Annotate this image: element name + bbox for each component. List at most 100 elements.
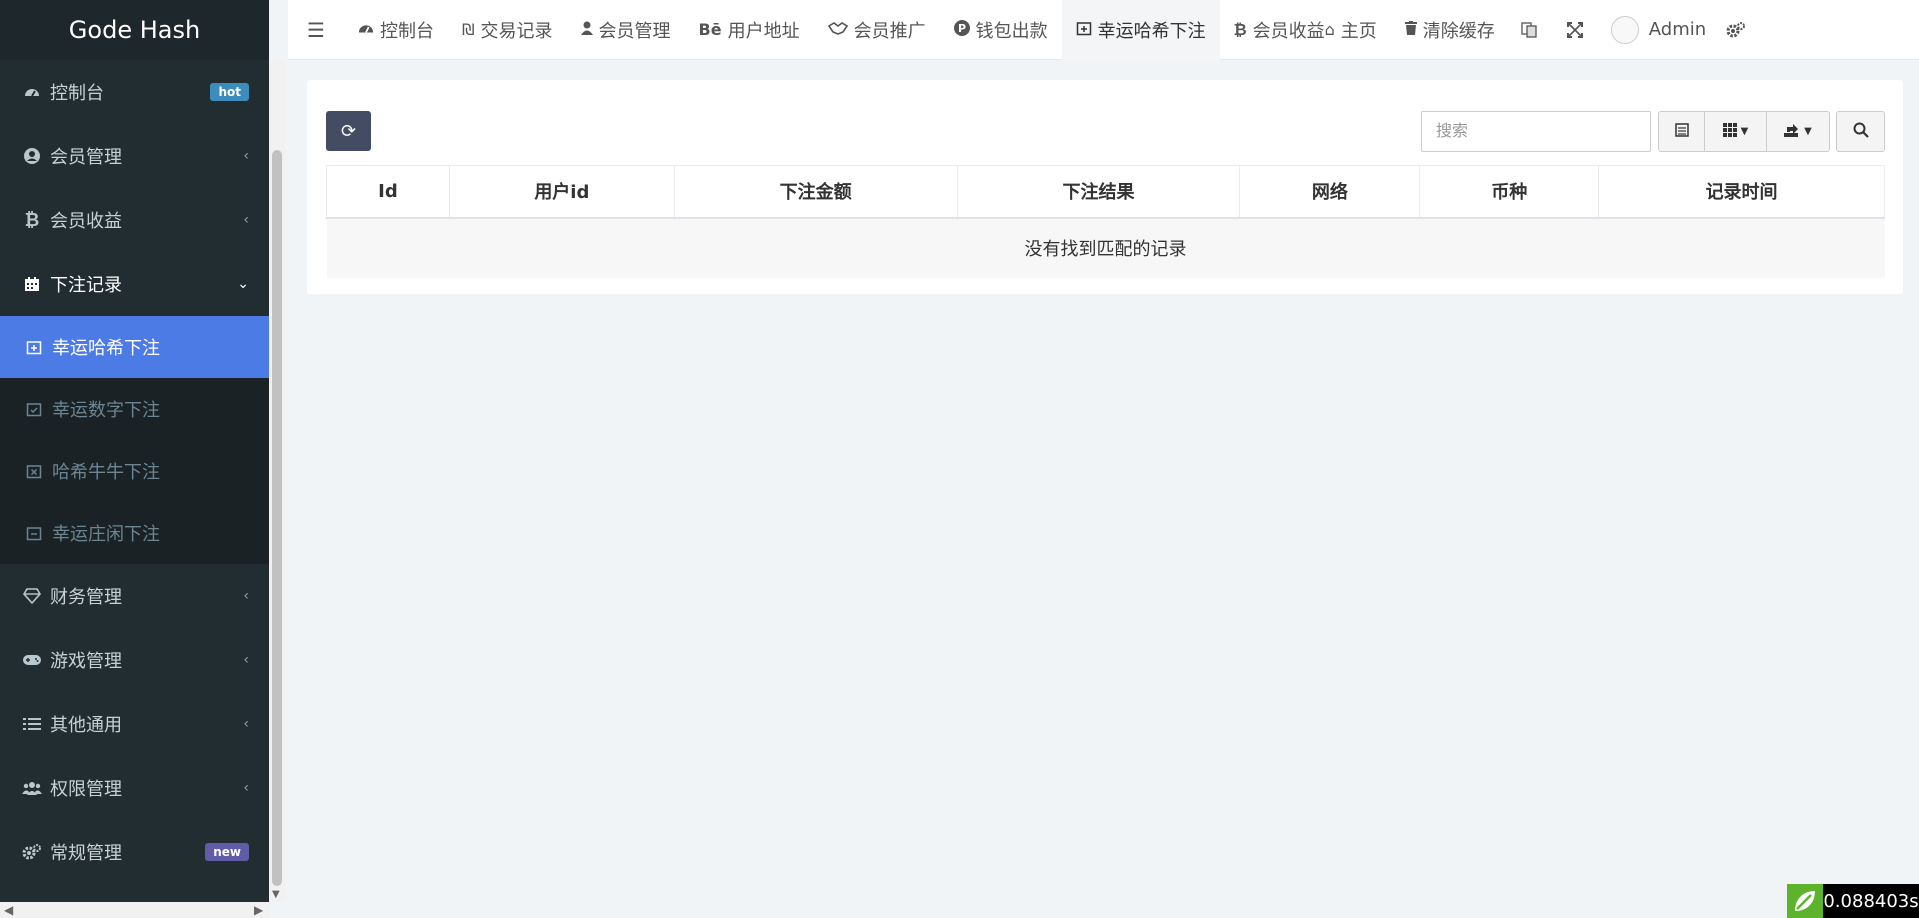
tab-label: 用户地址 bbox=[727, 20, 800, 42]
content-panel: ⟳ ▼ ▼ Id 用户id bbox=[307, 80, 1903, 294]
sidebar-item-label: 幸运庄闲下注 bbox=[52, 524, 160, 545]
column-header-record-time[interactable]: 记录时间 bbox=[1598, 165, 1885, 219]
column-header-network[interactable]: 网络 bbox=[1239, 165, 1421, 219]
caret-down-icon: ▼ bbox=[1804, 126, 1812, 137]
menu-toggle-icon[interactable]: ☰ bbox=[288, 0, 344, 60]
search-button[interactable] bbox=[1836, 111, 1885, 152]
sidebar-item-bet-records[interactable]: 下注记录 ⌄ bbox=[0, 252, 269, 316]
navbar-right: ⌂ 主页 清除缓存 Admin bbox=[1325, 0, 1757, 60]
empty-message: 没有找到匹配的记录 bbox=[326, 217, 1885, 278]
sidebar-item-other-general[interactable]: 其他通用 ‹ bbox=[0, 692, 269, 756]
scroll-left-arrow-icon[interactable]: ◀ bbox=[4, 903, 13, 917]
sidebar-item-label: 会员管理 bbox=[50, 147, 122, 168]
sidebar-item-member-earnings[interactable]: ₿ 会员收益 ‹ bbox=[0, 188, 269, 252]
chevron-left-icon: ‹ bbox=[243, 716, 249, 732]
avatar bbox=[1610, 15, 1639, 44]
scroll-down-arrow-icon[interactable]: ▼ bbox=[272, 889, 280, 900]
chevron-left-icon: ‹ bbox=[243, 148, 249, 164]
brand-logo[interactable]: Gode Hash bbox=[0, 0, 269, 60]
svg-text:P: P bbox=[958, 22, 966, 35]
sidebar-item-label: 幸运哈希下注 bbox=[52, 338, 160, 359]
dashboard-icon bbox=[358, 20, 374, 39]
chevron-down-icon: ⌄ bbox=[237, 276, 249, 292]
refresh-icon: ⟳ bbox=[340, 120, 357, 142]
export-button[interactable]: ▼ bbox=[1767, 112, 1829, 151]
tab-label: 控制台 bbox=[380, 20, 434, 42]
column-header-bet-result[interactable]: 下注结果 bbox=[957, 165, 1241, 219]
columns-button[interactable]: ▼ bbox=[1705, 112, 1767, 151]
tab-label: 钱包出款 bbox=[975, 20, 1048, 42]
bitcoin-icon: ₿ bbox=[1233, 19, 1247, 39]
clear-cache-button[interactable]: 清除缓存 bbox=[1391, 0, 1509, 60]
refresh-button[interactable]: ⟳ bbox=[326, 111, 371, 151]
list-icon bbox=[22, 717, 42, 731]
user-menu[interactable]: Admin bbox=[1601, 15, 1716, 44]
sidebar-item-hash-niuniu-bet[interactable]: 哈希牛牛下注 bbox=[0, 440, 269, 502]
calendar-times-icon bbox=[26, 463, 44, 479]
sidebar-menu-lower: 财务管理 ‹ 游戏管理 ‹ 其他通用 ‹ 权限管理 ‹ 常规管理 new bbox=[0, 564, 269, 884]
column-header-bet-amount[interactable]: 下注金额 bbox=[674, 165, 958, 219]
sidebar-item-lucky-banker-bet[interactable]: 幸运庄闲下注 bbox=[0, 502, 269, 564]
trash-icon bbox=[1404, 20, 1417, 39]
scroll-right-arrow-icon[interactable]: ▶ bbox=[254, 903, 263, 917]
settings-cogs-icon[interactable] bbox=[1716, 0, 1756, 60]
scrollbar-thumb[interactable] bbox=[272, 150, 282, 886]
sidebar-item-finance[interactable]: 财务管理 ‹ bbox=[0, 564, 269, 628]
sidebar-item-label: 其他通用 bbox=[50, 715, 122, 736]
leaf-logo-icon bbox=[1787, 884, 1823, 918]
sidebar-scrollbar[interactable]: ▼ bbox=[269, 60, 285, 902]
sidebar-item-games[interactable]: 游戏管理 ‹ bbox=[0, 628, 269, 692]
tab-transaction-records[interactable]: ₪ 交易记录 bbox=[448, 0, 567, 60]
sidebar-item-lucky-hash-bet[interactable]: 幸运哈希下注 bbox=[0, 316, 269, 378]
translate-icon[interactable] bbox=[1509, 0, 1549, 60]
search-input[interactable] bbox=[1421, 111, 1651, 152]
bitcoin-icon: ₿ bbox=[24, 209, 40, 231]
calendar-icon bbox=[22, 276, 42, 292]
calendar-plus-icon bbox=[26, 339, 44, 355]
tab-user-addresses[interactable]: Bē 用户地址 bbox=[685, 0, 814, 60]
sidebar-item-label: 财务管理 bbox=[50, 587, 122, 608]
gamepad-icon bbox=[22, 653, 42, 667]
tab-wallet-payout[interactable]: P 钱包出款 bbox=[940, 0, 1062, 60]
toggle-view-button[interactable] bbox=[1659, 112, 1705, 151]
tab-label: 交易记录 bbox=[480, 20, 553, 42]
bet-records-submenu: 幸运哈希下注 幸运数字下注 哈希牛牛下注 幸运庄闲下注 bbox=[0, 316, 269, 564]
sidebar-item-label: 游戏管理 bbox=[50, 651, 122, 672]
calendar-check-icon bbox=[26, 401, 44, 417]
calendar-plus-icon bbox=[1076, 20, 1092, 40]
tab-lucky-hash-bet[interactable]: 幸运哈希下注 bbox=[1061, 0, 1220, 60]
handshake-icon bbox=[827, 20, 848, 39]
hot-badge: hot bbox=[210, 83, 249, 101]
home-icon: ⌂ bbox=[1324, 20, 1335, 39]
column-header-user-id[interactable]: 用户id bbox=[449, 165, 675, 219]
fullscreen-icon[interactable] bbox=[1549, 0, 1601, 60]
column-header-id[interactable]: Id bbox=[326, 165, 450, 219]
tab-member-management[interactable]: 会员管理 bbox=[567, 0, 685, 60]
sidebar-item-lucky-number-bet[interactable]: 幸运数字下注 bbox=[0, 378, 269, 440]
tab-member-promotion[interactable]: 会员推广 bbox=[814, 0, 940, 60]
chevron-left-icon: ‹ bbox=[243, 212, 249, 228]
diamond-icon bbox=[22, 588, 42, 604]
page-timer: 0.088403s bbox=[1787, 884, 1919, 918]
sidebar-item-member-management[interactable]: 会员管理 ‹ bbox=[0, 124, 269, 188]
sidebar-item-general-settings[interactable]: 常规管理 new bbox=[0, 820, 269, 884]
sidebar-menu: 控制台 hot 会员管理 ‹ ₿ 会员收益 ‹ 下注记录 ⌄ bbox=[0, 60, 269, 316]
home-link[interactable]: ⌂ 主页 bbox=[1325, 0, 1391, 60]
sidebar-item-label: 控制台 bbox=[50, 83, 104, 104]
sidebar-item-dashboard[interactable]: 控制台 hot bbox=[0, 60, 269, 124]
user-circle-icon bbox=[22, 147, 42, 165]
tab-label: 会员收益 bbox=[1252, 20, 1325, 42]
card-view-icon bbox=[1674, 122, 1689, 141]
tab-label: 会员推广 bbox=[853, 20, 926, 42]
home-label: 主页 bbox=[1340, 20, 1377, 42]
tab-member-earnings[interactable]: ₿ 会员收益 bbox=[1220, 0, 1325, 60]
sidebar-item-label: 权限管理 bbox=[50, 779, 122, 800]
caret-down-icon: ▼ bbox=[1740, 126, 1749, 137]
sidebar-item-permissions[interactable]: 权限管理 ‹ bbox=[0, 756, 269, 820]
grid-icon bbox=[1722, 122, 1737, 141]
tab-label: 幸运哈希下注 bbox=[1097, 20, 1206, 42]
column-header-currency[interactable]: 币种 bbox=[1419, 165, 1600, 219]
clear-cache-label: 清除缓存 bbox=[1422, 20, 1495, 42]
horizontal-scrollbar[interactable]: ◀ ▶ bbox=[0, 902, 269, 918]
tab-dashboard[interactable]: 控制台 bbox=[344, 0, 448, 60]
